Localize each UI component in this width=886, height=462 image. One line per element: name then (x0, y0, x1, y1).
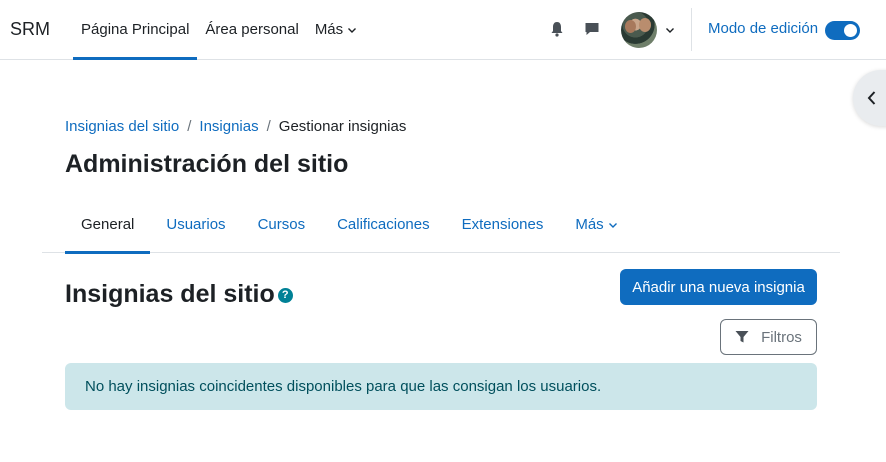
nav-item-more[interactable]: Más (307, 0, 365, 59)
bell-icon[interactable] (548, 20, 566, 38)
nav-item-label: Área personal (205, 21, 299, 38)
tab-more[interactable]: Más (559, 196, 633, 253)
edit-mode-label: Modo de edición (708, 20, 819, 37)
breadcrumb-separator: / (266, 118, 271, 135)
top-navbar: SRM Página Principal Área personal Más M… (0, 0, 886, 60)
toggle-knob (844, 24, 857, 37)
avatar (621, 12, 657, 48)
chevron-left-icon (867, 91, 876, 105)
info-alert: No hay insignias coincidentes disponible… (65, 363, 817, 410)
tab-grades[interactable]: Calificaciones (321, 196, 446, 253)
message-icon[interactable] (583, 20, 601, 38)
chevron-down-icon (348, 27, 357, 33)
breadcrumb-current: Gestionar insignias (278, 118, 407, 135)
add-badge-button[interactable]: Añadir una nueva insignia (620, 269, 817, 305)
section-title-text: Insignias del sitio (65, 280, 275, 308)
navbar-divider (691, 8, 692, 51)
tab-label: Usuarios (166, 216, 226, 233)
nav-item-dashboard[interactable]: Área personal (197, 0, 306, 59)
section-title: Insignias del sitio ? (65, 280, 293, 309)
chevron-down-icon (608, 222, 617, 228)
tab-courses[interactable]: Cursos (242, 196, 322, 253)
chevron-down-icon (666, 28, 674, 33)
breadcrumb-badges[interactable]: Insignias (199, 118, 258, 135)
tab-general[interactable]: General (65, 196, 151, 254)
nav-item-label: Página Principal (81, 21, 190, 38)
tab-label: Calificaciones (337, 216, 430, 233)
tab-label: General (81, 216, 135, 233)
page-title: Administración del sitio (65, 150, 349, 178)
tab-plugins[interactable]: Extensiones (446, 196, 560, 253)
site-brand[interactable]: SRM (10, 19, 50, 40)
nav-item-label: Más (314, 21, 344, 38)
primary-navigation: Página Principal Área personal Más (73, 0, 365, 60)
block-drawer-toggle[interactable] (853, 70, 886, 126)
nav-item-home[interactable]: Página Principal (73, 0, 198, 60)
user-menu[interactable] (621, 12, 675, 48)
tab-label: Extensiones (461, 216, 544, 233)
breadcrumb: Insignias del sitio / Insignias / Gestio… (65, 118, 406, 135)
help-glyph: ? (281, 289, 289, 301)
filter-icon (735, 331, 749, 343)
breadcrumb-site-badges[interactable]: Insignias del sitio (65, 118, 179, 135)
secondary-navigation: General Usuarios Cursos Calificaciones E… (42, 196, 840, 254)
breadcrumb-separator: / (187, 118, 192, 135)
edit-mode-toggle[interactable] (825, 21, 860, 40)
filter-button[interactable]: Filtros (720, 319, 817, 355)
help-icon[interactable]: ? (277, 288, 293, 303)
tab-label: Cursos (257, 216, 306, 233)
tab-users[interactable]: Usuarios (150, 196, 241, 253)
filter-button-label: Filtros (761, 328, 802, 346)
tab-label: Más (575, 216, 604, 233)
